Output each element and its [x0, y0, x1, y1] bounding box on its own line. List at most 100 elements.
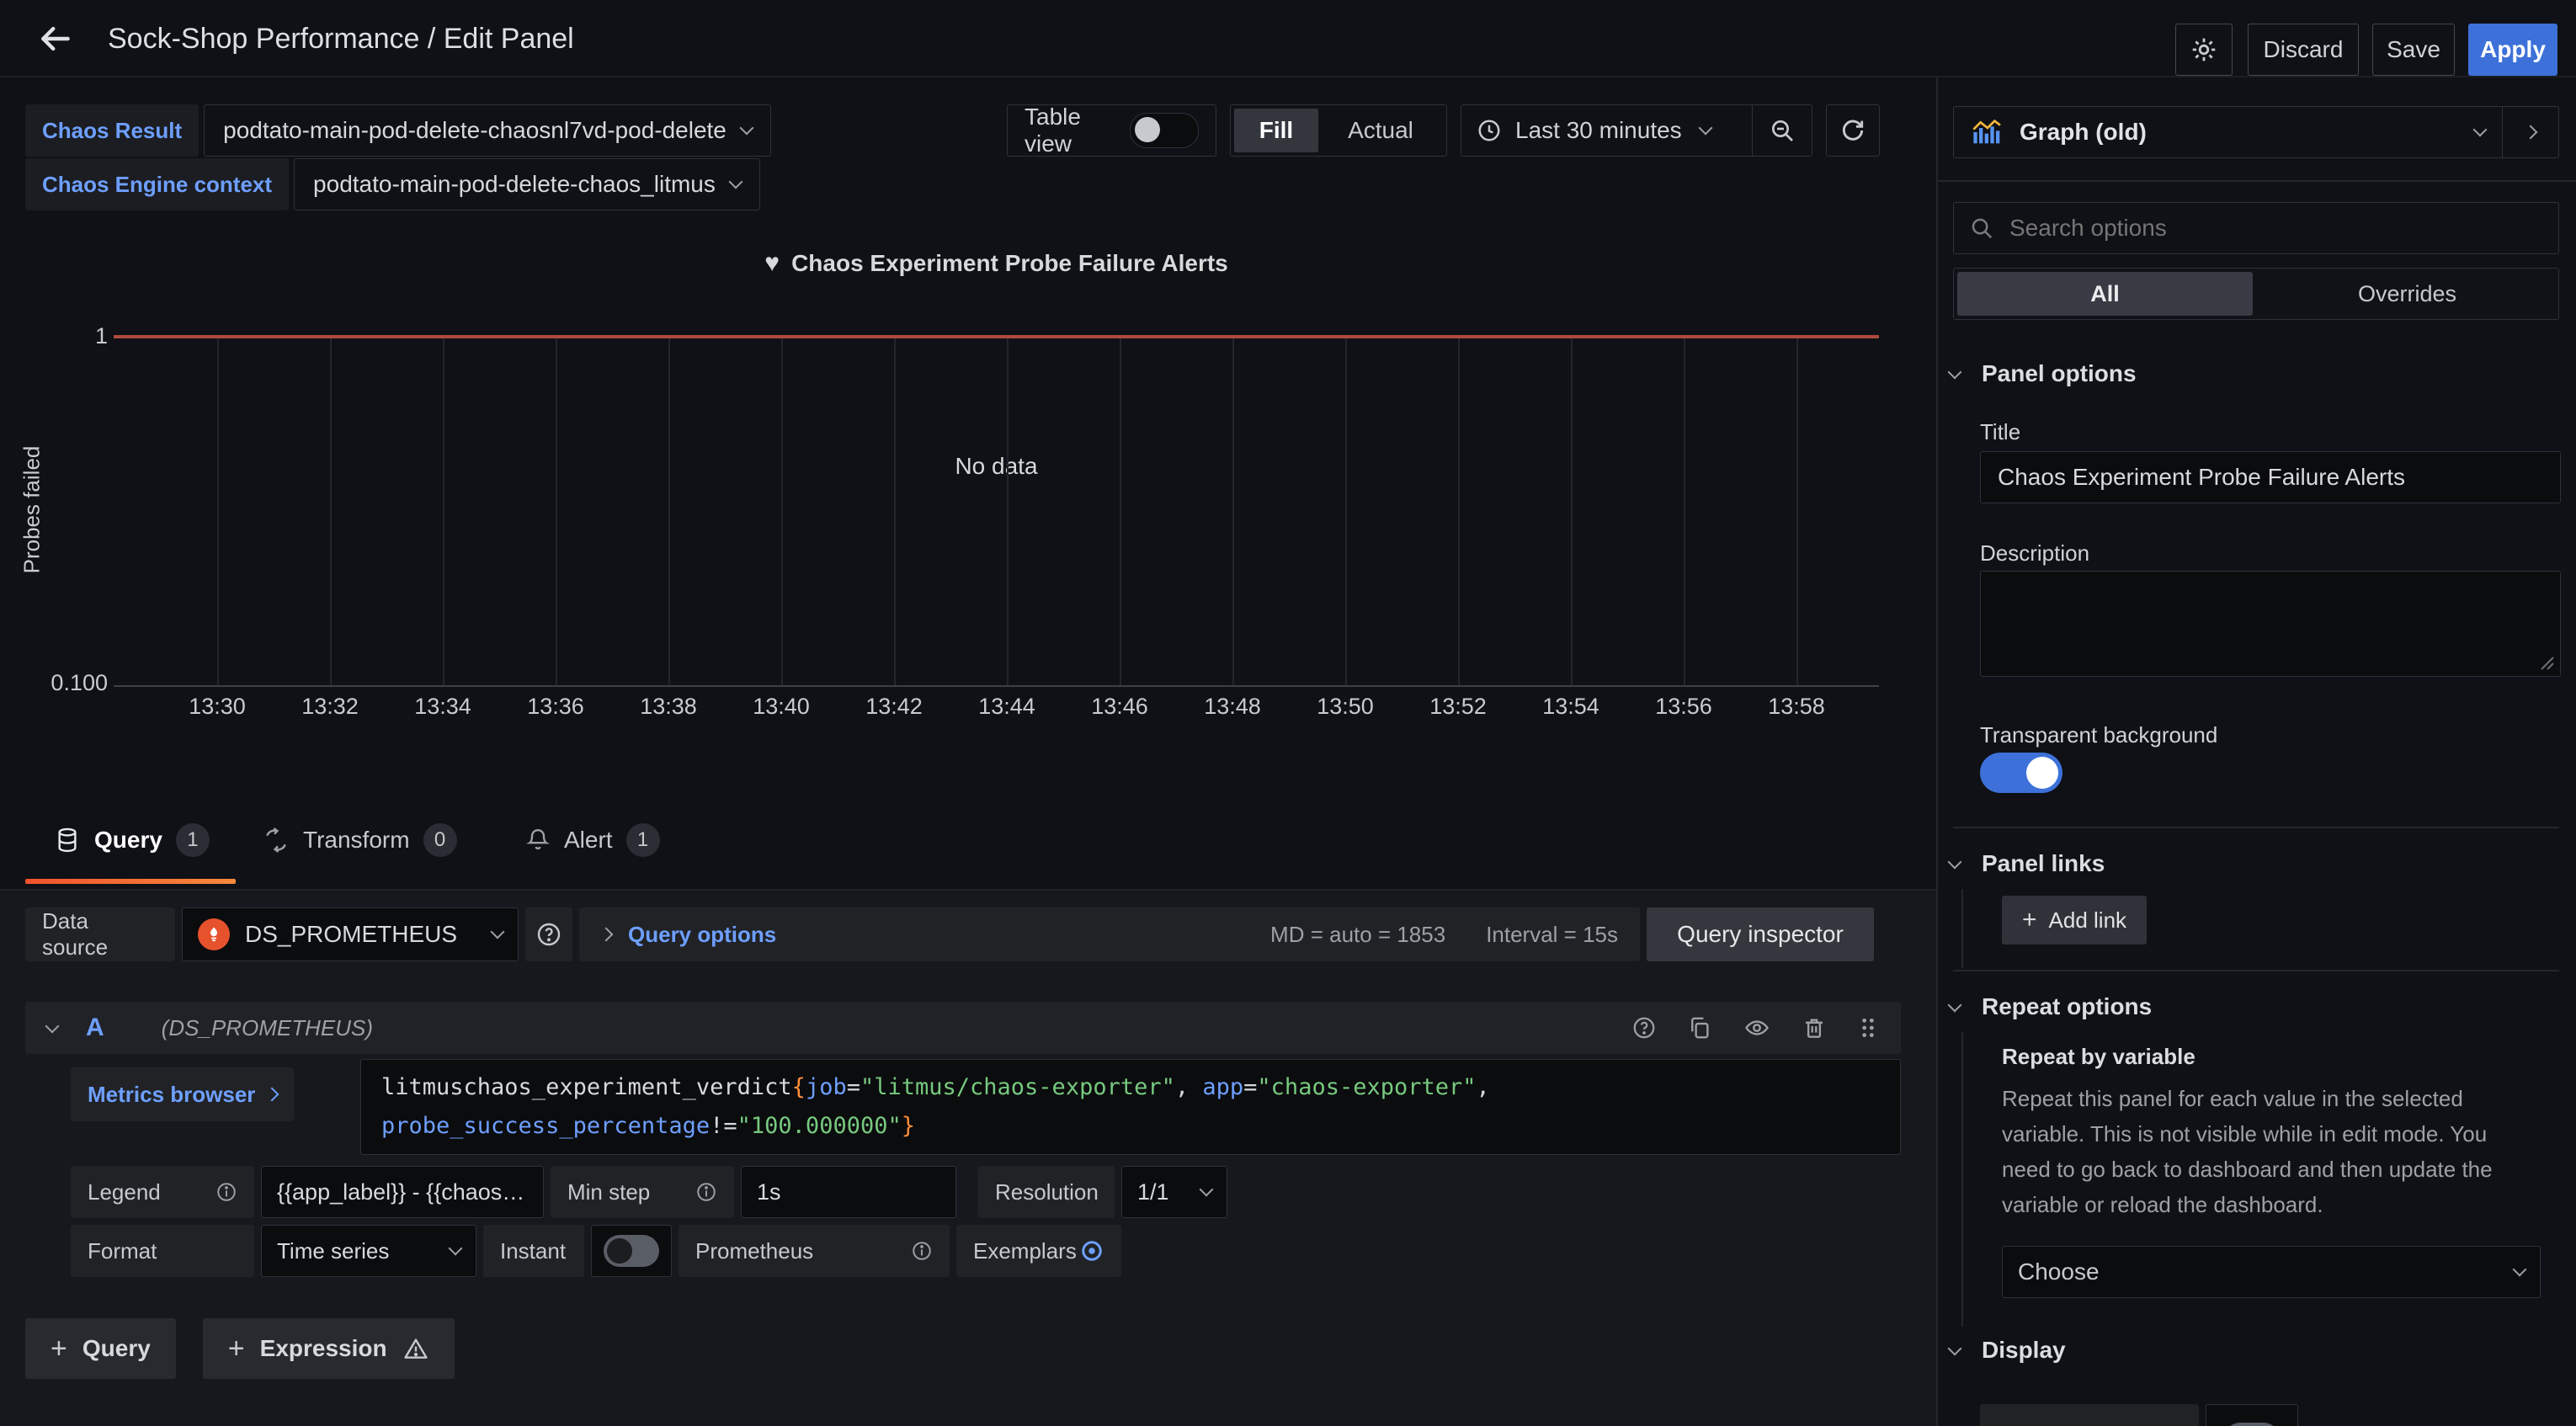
panel-title-input[interactable]: [1981, 464, 2560, 491]
x-axis-tick: 13:58: [1768, 694, 1825, 720]
collapse-chevron-icon: [45, 1019, 60, 1034]
panel-links-header[interactable]: Panel links: [1950, 850, 2105, 877]
exemplars-label: Exemplars: [973, 1238, 1077, 1264]
add-query-label: Query: [82, 1335, 151, 1362]
table-view-toggle[interactable]: [1130, 113, 1199, 148]
metrics-browser-button[interactable]: Metrics browser: [71, 1067, 294, 1121]
promql-token: }: [902, 1113, 915, 1139]
exemplars-toggle-icon[interactable]: [1079, 1238, 1104, 1264]
apply-button[interactable]: Apply: [2468, 24, 2557, 76]
panel-links-heading: Panel links: [1982, 850, 2105, 877]
back-button[interactable]: [37, 20, 74, 57]
x-axis-tick: 13:34: [414, 694, 471, 720]
time-range-label: Last 30 minutes: [1515, 117, 1682, 144]
datasource-label: Data source: [25, 907, 175, 961]
tab-transform-count-badge: 0: [423, 823, 457, 857]
panel-description-textarea[interactable]: [1980, 571, 2561, 677]
min-step-label-box: Min step: [551, 1166, 734, 1218]
promql-token: ,: [1477, 1074, 1490, 1100]
discard-button[interactable]: Discard: [2248, 24, 2359, 76]
tab-transform[interactable]: Transform 0: [263, 817, 457, 864]
actual-button[interactable]: Actual: [1318, 109, 1443, 152]
info-circle-icon: [695, 1181, 717, 1203]
panel-settings-button[interactable]: [2175, 24, 2233, 76]
x-axis-tick: 13:36: [527, 694, 584, 720]
legend-label: Legend: [88, 1179, 161, 1205]
query-row-header[interactable]: A (DS_PROMETHEUS): [25, 1002, 1901, 1054]
top-bar: Sock-Shop Performance / Edit Panel Disca…: [0, 0, 2576, 77]
resolution-select[interactable]: 1/1: [1121, 1166, 1227, 1218]
min-step-value: 1s: [757, 1179, 781, 1205]
time-range-picker[interactable]: Last 30 minutes: [1461, 117, 1752, 144]
tab-alert[interactable]: Alert 1: [525, 817, 660, 864]
promql-line-1: litmuschaos_experiment_verdict{job="litm…: [381, 1068, 1880, 1107]
chevron-down-icon: [2473, 123, 2488, 137]
chevron-right-icon: [265, 1088, 279, 1102]
exemplars-box: Exemplars: [956, 1225, 1121, 1277]
info-circle-icon: [216, 1181, 237, 1203]
x-axis-tick: 13:48: [1204, 694, 1261, 720]
instant-toggle[interactable]: [604, 1235, 659, 1267]
toggle-pane-button[interactable]: [2502, 107, 2558, 157]
display-header[interactable]: Display: [1950, 1337, 2066, 1364]
promql-token: "chaos-exporter": [1257, 1074, 1476, 1100]
add-expression-button[interactable]: + Expression: [203, 1318, 455, 1379]
top-bar-divider: [0, 76, 2576, 77]
min-step-input[interactable]: 1s: [741, 1166, 956, 1218]
variable-value-dropdown[interactable]: podtato-main-pod-delete-chaos_litmus: [294, 158, 760, 210]
table-view-control: Table view: [1007, 104, 1216, 157]
bars-toggle[interactable]: [2224, 1423, 2280, 1426]
promql-token: "100.000000": [737, 1113, 902, 1139]
toggle-visibility-icon[interactable]: [1743, 1015, 1771, 1040]
variable-value-dropdown[interactable]: podtato-main-pod-delete-chaosnl7vd-pod-d…: [204, 104, 771, 157]
min-step-label: Min step: [567, 1179, 650, 1205]
add-link-button[interactable]: + Add link: [2002, 896, 2147, 944]
format-select[interactable]: Time series: [261, 1225, 476, 1277]
query-options-bar[interactable]: Query options MD = auto = 1853 Interval …: [579, 907, 1640, 961]
tab-all[interactable]: All: [1957, 272, 2253, 316]
x-axis-tick: 13:50: [1317, 694, 1374, 720]
panel-header[interactable]: ♥ Chaos Experiment Probe Failure Alerts: [114, 249, 1879, 278]
datasource-help-button[interactable]: [525, 907, 572, 961]
help-circle-icon[interactable]: [1631, 1015, 1657, 1040]
drag-handle-icon[interactable]: [1857, 1014, 1879, 1041]
chart-gridline: [217, 338, 219, 685]
save-button[interactable]: Save: [2372, 24, 2455, 76]
section-guide-line: [1961, 889, 1963, 968]
format-label-box: Format: [71, 1225, 254, 1277]
chart-gridline: [894, 338, 896, 685]
tab-query[interactable]: Query 1: [54, 817, 210, 864]
options-tabs: All Overrides: [1953, 268, 2559, 320]
promql-editor[interactable]: litmuschaos_experiment_verdict{job="litm…: [360, 1059, 1901, 1155]
delete-query-icon[interactable]: [1802, 1015, 1827, 1040]
zoom-out-button[interactable]: [1752, 105, 1812, 156]
refresh-button[interactable]: [1826, 104, 1880, 157]
options-search-input[interactable]: [2008, 214, 2543, 242]
resize-handle-icon[interactable]: [2538, 654, 2555, 671]
instant-toggle-box: [591, 1225, 672, 1277]
add-query-button[interactable]: + Query: [25, 1318, 176, 1379]
zoom-out-icon: [1769, 117, 1796, 144]
datasource-picker[interactable]: DS_PROMETHEUS: [182, 907, 519, 961]
bell-icon: [525, 827, 551, 853]
repeat-options-header[interactable]: Repeat options: [1950, 993, 2152, 1020]
transparent-background-label: Transparent background: [1980, 722, 2217, 748]
plus-icon: +: [51, 1333, 67, 1365]
panel-options-header[interactable]: Panel options: [1950, 360, 2137, 387]
transparent-background-toggle[interactable]: [1980, 753, 2062, 793]
x-axis-tick: 13:44: [978, 694, 1035, 720]
promql-token: "litmus/chaos-exporter": [860, 1074, 1175, 1100]
prometheus-type-box: Prometheus: [679, 1225, 950, 1277]
fill-button[interactable]: Fill: [1234, 109, 1318, 152]
repeat-variable-select[interactable]: Choose: [2002, 1246, 2541, 1298]
query-inspector-button[interactable]: Query inspector: [1647, 907, 1874, 961]
chart-plot[interactable]: No data: [114, 335, 1879, 687]
legend-input[interactable]: {{app_label}} - {{chaos…: [261, 1166, 544, 1218]
y-axis-tick-min: 0.100: [30, 670, 108, 696]
bars-label-box: Bars: [1980, 1404, 2199, 1426]
duplicate-query-icon[interactable]: [1687, 1015, 1712, 1040]
tab-overrides[interactable]: Overrides: [2259, 272, 2555, 316]
plus-icon: +: [2022, 906, 2037, 934]
visualization-picker[interactable]: Graph (old): [1953, 106, 2559, 158]
x-axis-tick: 13:46: [1091, 694, 1148, 720]
